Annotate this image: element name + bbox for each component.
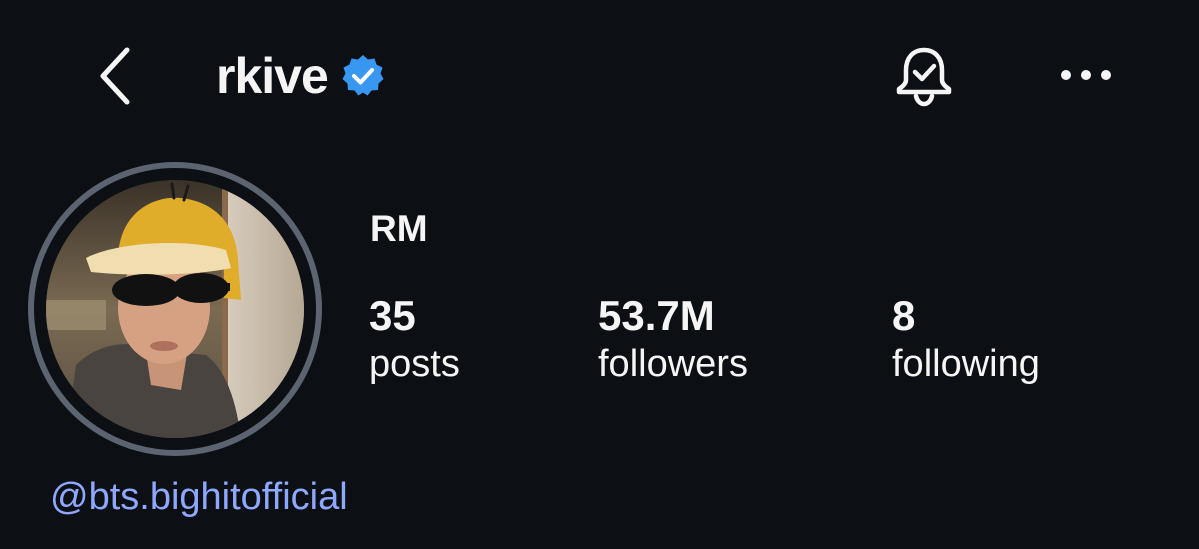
stat-followers[interactable]: 53.7M followers (598, 292, 748, 388)
back-button[interactable] (88, 44, 138, 108)
profile-link[interactable]: @bts.bighitofficial (50, 476, 348, 519)
more-options-button[interactable] (1056, 50, 1116, 100)
chevron-left-icon (100, 47, 130, 105)
verified-badge-icon (340, 53, 386, 99)
display-name: RM (370, 208, 428, 249)
notifications-button[interactable] (888, 40, 960, 112)
posts-label: posts (369, 343, 460, 386)
avatar-photo (46, 180, 304, 438)
stat-following[interactable]: 8 following (892, 292, 1040, 388)
avatar-ring-gap (34, 168, 316, 450)
following-label: following (892, 343, 1040, 386)
more-horizontal-icon (1061, 70, 1111, 80)
username: rkive (216, 48, 329, 104)
followers-label: followers (598, 343, 748, 386)
profile-title: rkive (216, 44, 386, 108)
stat-posts[interactable]: 35 posts (369, 292, 460, 388)
following-count: 8 (892, 292, 916, 339)
profile-avatar[interactable] (28, 162, 322, 456)
bell-check-icon (896, 47, 952, 107)
posts-count: 35 (369, 292, 416, 339)
top-navigation-bar: rkive (0, 0, 1199, 150)
followers-count: 53.7M (598, 292, 715, 339)
